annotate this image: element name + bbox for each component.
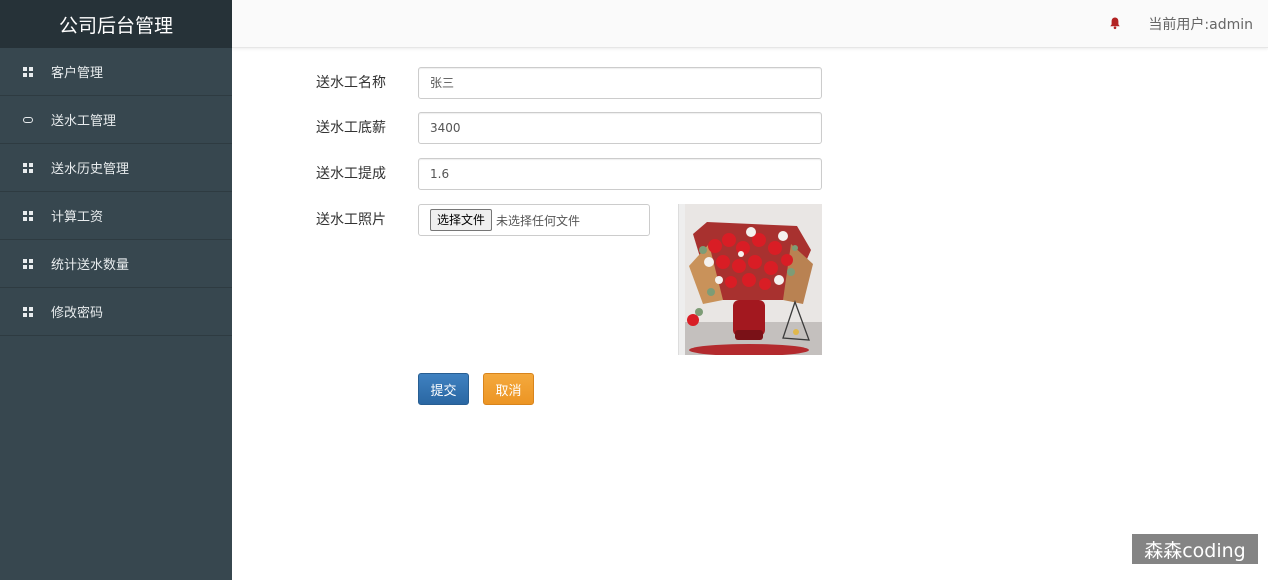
sidebar-item-statistics[interactable]: 统计送水数量 bbox=[0, 240, 232, 288]
sidebar-item-label: 送水历史管理 bbox=[51, 162, 130, 177]
choose-file-button[interactable]: 选择文件 bbox=[430, 209, 493, 231]
sidebar: 公司后台管理 客户管理 送水工管理 送水历史管理 计算工资 统计送水数量 修改密… bbox=[0, 0, 232, 580]
sidebar-item-label: 统计送水数量 bbox=[51, 258, 130, 273]
commission-label: 送水工提成 bbox=[316, 166, 386, 182]
name-label: 送水工名称 bbox=[316, 75, 386, 91]
brand-title: 公司后台管理 bbox=[0, 0, 232, 48]
photo-label: 送水工照片 bbox=[316, 212, 386, 228]
form-row-photo: 送水工照片 选择文件 未选择任何文件 bbox=[316, 204, 650, 236]
grid-icon bbox=[22, 162, 33, 173]
bell-icon[interactable] bbox=[1108, 16, 1122, 30]
name-input[interactable]: 张三 bbox=[418, 67, 822, 99]
sidebar-item-label: 送水工管理 bbox=[51, 114, 117, 129]
form-row-salary: 送水工底薪 3400 bbox=[316, 112, 822, 144]
photo-preview bbox=[678, 204, 822, 355]
file-status: 未选择任何文件 bbox=[496, 213, 581, 228]
salary-label: 送水工底薪 bbox=[316, 120, 386, 136]
link-icon bbox=[22, 114, 33, 125]
grid-icon bbox=[22, 258, 33, 269]
sidebar-item-label: 修改密码 bbox=[51, 306, 104, 321]
sidebar-item-customers[interactable]: 客户管理 bbox=[0, 48, 232, 96]
file-input[interactable]: 选择文件 未选择任何文件 bbox=[418, 204, 650, 236]
current-user-label: 当前用户:admin bbox=[1148, 17, 1253, 33]
top-bar: 当前用户:admin bbox=[232, 0, 1268, 48]
grid-icon bbox=[22, 210, 33, 221]
sidebar-item-salary[interactable]: 计算工资 bbox=[0, 192, 232, 240]
salary-input[interactable]: 3400 bbox=[418, 112, 822, 144]
submit-button[interactable]: 提交 bbox=[418, 373, 469, 405]
form-row-name: 送水工名称 张三 bbox=[316, 67, 822, 99]
sidebar-item-workers[interactable]: 送水工管理 bbox=[0, 96, 232, 144]
sidebar-item-label: 客户管理 bbox=[51, 66, 104, 81]
cancel-button[interactable]: 取消 bbox=[483, 373, 534, 405]
grid-icon bbox=[22, 66, 33, 77]
sidebar-item-history[interactable]: 送水历史管理 bbox=[0, 144, 232, 192]
sidebar-item-password[interactable]: 修改密码 bbox=[0, 288, 232, 336]
commission-input[interactable]: 1.6 bbox=[418, 158, 822, 190]
bouquet-image bbox=[679, 204, 822, 355]
grid-icon bbox=[22, 306, 33, 317]
sidebar-item-label: 计算工资 bbox=[51, 210, 104, 225]
watermark: 森森coding bbox=[1132, 534, 1258, 564]
form-row-commission: 送水工提成 1.6 bbox=[316, 158, 822, 190]
